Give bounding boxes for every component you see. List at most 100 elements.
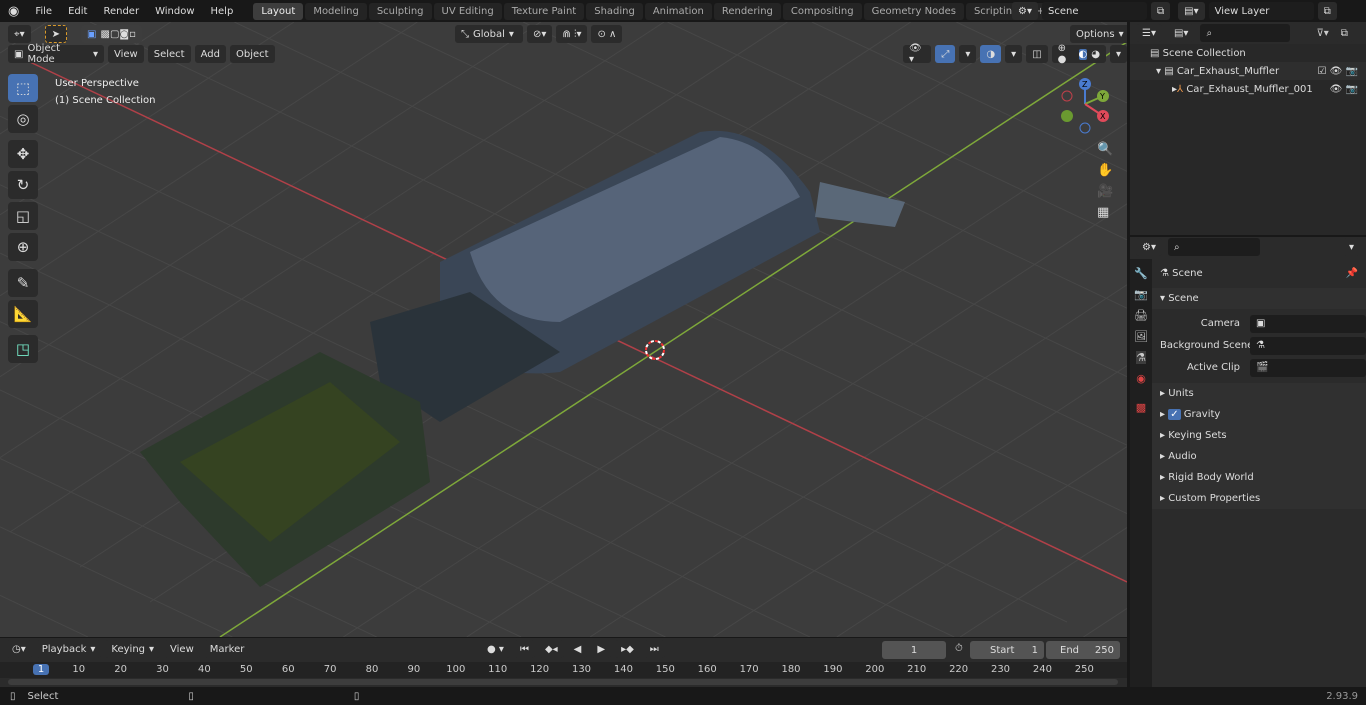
pin-icon[interactable]: 📌 xyxy=(1346,268,1366,279)
display-mode-icon[interactable]: ▤▾ xyxy=(1167,24,1195,42)
tab-modeling[interactable]: Modeling xyxy=(305,2,367,20)
visibility-icon[interactable]: 👁▾ xyxy=(903,43,932,65)
gizmo-dropdown-icon[interactable]: ▾ xyxy=(959,45,977,63)
play-reverse-icon[interactable]: ◀ xyxy=(567,640,588,658)
proportional-edit-icon[interactable]: ⊙ ∧ xyxy=(591,25,623,43)
add-cube-tool-icon[interactable]: ◳ xyxy=(8,335,38,363)
end-frame-field[interactable]: End 250 xyxy=(1046,641,1120,659)
transform-tool-icon[interactable]: ⊕ xyxy=(8,233,38,261)
camera-view-icon[interactable]: 🎥 xyxy=(1097,184,1113,199)
scale-tool-icon[interactable]: ◱ xyxy=(8,202,38,230)
scene-selector-icon[interactable]: ⚙▾ xyxy=(1012,2,1038,20)
select-tool-icon[interactable]: ➤ xyxy=(44,25,68,43)
tab-animation[interactable]: Animation xyxy=(644,2,712,20)
record-icon[interactable]: ● ▾ xyxy=(481,640,510,658)
timeline-scrollbar[interactable] xyxy=(8,679,1118,685)
pan-hand-icon[interactable]: ✋ xyxy=(1097,163,1113,178)
select-mode-icons[interactable]: ▣ ▩▢◙▫ xyxy=(81,25,142,43)
view-layer-tab-icon[interactable]: 🖼 xyxy=(1134,330,1148,343)
menu-file[interactable]: File xyxy=(27,6,60,17)
orientation-dropdown[interactable]: ⤡ Global ▾ xyxy=(455,25,523,43)
tab-shading[interactable]: Shading xyxy=(586,2,643,20)
scene-field[interactable]: Scene xyxy=(1041,2,1147,20)
annotate-tool-icon[interactable]: ✎ xyxy=(8,269,38,297)
tab-sculpting[interactable]: Sculpting xyxy=(368,2,432,20)
rotate-tool-icon[interactable]: ↻ xyxy=(8,171,38,199)
tab-geometry-nodes[interactable]: Geometry Nodes xyxy=(863,2,964,20)
panel-gravity[interactable]: ▸ ✓ Gravity xyxy=(1152,404,1366,425)
outliner-row-collection[interactable]: ▾ ▤ Car_Exhaust_Muffler ☑ 👁 📷 xyxy=(1130,62,1366,80)
outliner-row-object[interactable]: ▸ ⅄ Car_Exhaust_Muffler_001 👁 📷 xyxy=(1130,80,1366,98)
ortho-grid-icon[interactable]: ▦ xyxy=(1097,205,1113,220)
scene-panel-header[interactable]: ▾ Scene xyxy=(1152,288,1366,309)
overlay-dropdown-icon[interactable]: ▾ xyxy=(1005,45,1023,63)
view-layer-icon[interactable]: ▤▾ xyxy=(1178,2,1205,20)
options-dropdown[interactable]: Options ▾ xyxy=(1070,25,1127,43)
overlay-toggle-icon[interactable]: ◑ xyxy=(980,45,1002,63)
3d-viewport[interactable]: ⌖▾ ➤ ▣ ▩▢◙▫ ⤡ Global ▾ ⊘▾ ⋒ ⫶▾ ⊙ ∧ Option… xyxy=(0,22,1127,637)
start-frame-field[interactable]: Start 1 xyxy=(970,641,1044,659)
tool-tab-icon[interactable]: 🔧 xyxy=(1134,267,1148,280)
filter-icon[interactable]: ⊽▾ xyxy=(1316,28,1328,39)
new-scene-icon[interactable]: ⧉ xyxy=(1150,2,1171,20)
jump-start-icon[interactable]: ⏮ xyxy=(513,640,535,658)
play-icon[interactable]: ▶ xyxy=(591,640,612,658)
gizmo-toggle-icon[interactable]: ⤢ xyxy=(935,45,956,63)
properties-editor-icon[interactable]: ⚙▾ xyxy=(1136,238,1162,256)
marker-menu[interactable]: Marker xyxy=(203,640,251,658)
new-view-layer-icon[interactable]: ⧉ xyxy=(1317,2,1337,20)
active-clip-field[interactable]: 🎬 xyxy=(1250,358,1366,377)
panel-audio[interactable]: ▸ Audio xyxy=(1152,446,1366,467)
frame-ruler[interactable]: 1 10 20 30 40 50 60 70 80 90 100 110 120 130 140 150 160… xyxy=(0,662,1127,678)
menu-add[interactable]: Add xyxy=(194,45,226,63)
timeline-editor-icon[interactable]: ◷▾ xyxy=(6,640,32,658)
current-frame-field[interactable]: 1 xyxy=(882,641,946,659)
render-tab-icon[interactable]: 📷 xyxy=(1134,288,1148,301)
menu-render[interactable]: Render xyxy=(95,6,147,17)
next-keyframe-icon[interactable]: ▸◆ xyxy=(615,640,640,658)
texture-tab-icon[interactable]: ▩ xyxy=(1136,401,1146,414)
new-collection-icon[interactable]: ⧉ xyxy=(1334,24,1354,42)
background-scene-field[interactable]: ⚗ xyxy=(1250,336,1366,355)
timeline-view-menu[interactable]: View xyxy=(164,640,200,658)
menu-select[interactable]: Select xyxy=(147,45,191,63)
camera-field[interactable]: ▣ xyxy=(1250,314,1366,333)
scene-tab-icon[interactable]: ⚗ xyxy=(1136,351,1146,364)
outliner-search[interactable]: ⌕ xyxy=(1200,24,1291,42)
tab-texture-paint[interactable]: Texture Paint xyxy=(503,2,585,20)
move-tool-icon[interactable]: ✥ xyxy=(8,140,38,168)
properties-search[interactable]: ⌕ xyxy=(1167,238,1260,256)
prev-keyframe-icon[interactable]: ◆◂ xyxy=(538,640,564,658)
stopwatch-icon[interactable]: ⏱ xyxy=(955,643,963,654)
shading-dropdown-icon[interactable]: ▾ xyxy=(1109,45,1127,63)
panel-rigid-body-world[interactable]: ▸ Rigid Body World xyxy=(1152,467,1366,488)
keying-menu[interactable]: Keying ▾ xyxy=(105,640,161,658)
menu-help[interactable]: Help xyxy=(203,6,242,17)
snap-icon[interactable]: ⋒ ⫶▾ xyxy=(556,25,588,43)
world-tab-icon[interactable]: ◉ xyxy=(1136,372,1146,385)
outliner-row-scene-collection[interactable]: ▤ Scene Collection xyxy=(1130,44,1366,62)
gravity-checkbox[interactable]: ✓ xyxy=(1168,409,1181,420)
mode-dropdown[interactable]: ▣ Object Mode ▾ xyxy=(8,43,104,65)
select-box-tool-icon[interactable]: ⬚ xyxy=(8,74,38,102)
view-layer-field[interactable]: View Layer xyxy=(1208,2,1314,20)
tab-layout[interactable]: Layout xyxy=(253,2,304,20)
tab-compositing[interactable]: Compositing xyxy=(782,2,862,20)
object-visibility-icons[interactable]: 👁 📷 xyxy=(1330,84,1366,95)
blender-logo-icon[interactable]: ◉ xyxy=(0,4,27,19)
panel-units[interactable]: ▸ Units xyxy=(1152,383,1366,404)
zoom-icon[interactable]: 🔍 xyxy=(1097,142,1113,157)
menu-edit[interactable]: Edit xyxy=(60,6,95,17)
shading-modes-icon[interactable]: ⊕ ● ◐ ◕ xyxy=(1051,43,1106,65)
editor-type-icon[interactable]: ⌖▾ xyxy=(8,25,31,43)
menu-view[interactable]: View xyxy=(108,45,144,63)
playback-menu[interactable]: Playback ▾ xyxy=(35,640,102,658)
xray-icon[interactable]: ◫ xyxy=(1026,45,1048,63)
tab-uv-editing[interactable]: UV Editing xyxy=(433,2,502,20)
output-tab-icon[interactable]: 🖨 xyxy=(1134,309,1148,322)
tab-rendering[interactable]: Rendering xyxy=(713,2,781,20)
panel-custom-properties[interactable]: ▸ Custom Properties xyxy=(1152,488,1366,509)
properties-options-icon[interactable]: ▾ xyxy=(1342,238,1360,256)
pivot-icon[interactable]: ⊘▾ xyxy=(527,25,553,43)
panel-keying-sets[interactable]: ▸ Keying Sets xyxy=(1152,425,1366,446)
